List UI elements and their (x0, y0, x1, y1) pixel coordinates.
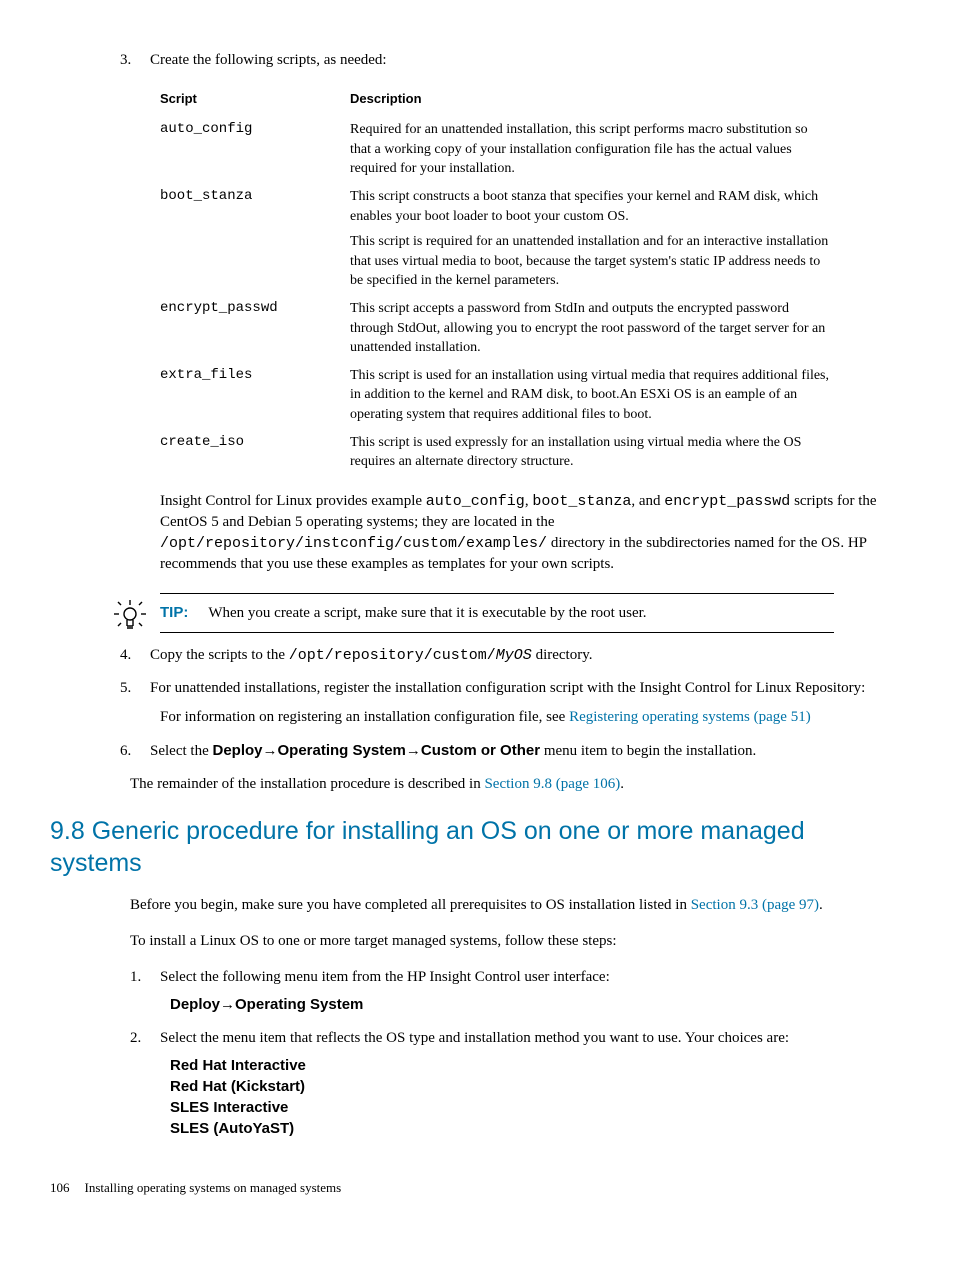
script-desc-cell: This script is used for an installation … (350, 362, 850, 429)
text-span: For unattended installations, register t… (150, 680, 865, 696)
tip-label: TIP: (160, 604, 188, 621)
script-name-cell: boot_stanza (160, 183, 350, 295)
follow-paragraph: Insight Control for Linux provides examp… (160, 491, 894, 575)
tip-block: TIP: When you create a script, make sure … (160, 593, 834, 633)
step-number: 4. (120, 645, 150, 666)
step-3: 3.Create the following scripts, as neede… (160, 50, 894, 575)
text-span: Copy the scripts to the (150, 647, 289, 663)
link-registering[interactable]: Registering operating systems (page 51) (569, 709, 811, 725)
step-number: 6. (120, 741, 150, 762)
menu-bold: Operating System (278, 742, 406, 759)
section-paragraph: To install a Linux OS to one or more tar… (130, 931, 894, 952)
table-row: create_iso This script is used expressly… (160, 429, 850, 476)
section-9-8-body: Before you begin, make sure you have com… (130, 895, 894, 1139)
script-name-cell: auto_config (160, 116, 350, 183)
step-number: 5. (120, 678, 150, 699)
scripts-table: Script Description auto_config Required … (160, 86, 850, 476)
choice-item: SLES Interactive (170, 1097, 894, 1118)
step-number: 2. (130, 1028, 160, 1049)
step-5-sub: For information on registering an instal… (160, 707, 894, 728)
text-span: Insight Control for Linux provides examp… (160, 493, 426, 509)
arrow-span: → (406, 743, 421, 759)
arrow-span: → (220, 997, 235, 1013)
step-4: 4.Copy the scripts to the /opt/repositor… (160, 645, 894, 666)
script-desc-cell: This script constructs a boot stanza tha… (350, 183, 850, 295)
text-span: menu item to begin the installation. (540, 743, 756, 759)
script-desc-cell: Required for an unattended installation,… (350, 116, 850, 183)
menu-bold: Deploy (212, 742, 262, 759)
step-number: 3. (120, 50, 150, 71)
choice-item: Red Hat (Kickstart) (170, 1076, 894, 1097)
remainder-text: The remainder of the installation proced… (130, 774, 894, 795)
table-row: encrypt_passwd This script accepts a pas… (160, 295, 850, 362)
desc-text: This script is used expressly for an ins… (350, 433, 830, 472)
desc-text: This script constructs a boot stanza tha… (350, 187, 830, 226)
desc-text: Required for an unattended installation,… (350, 120, 830, 179)
table-row: boot_stanza This script constructs a boo… (160, 183, 850, 295)
choices-list: Red Hat Interactive Red Hat (Kickstart) … (170, 1055, 894, 1139)
link-section-9-3[interactable]: Section 9.3 (page 97) (691, 897, 819, 913)
choice-item: Red Hat Interactive (170, 1055, 894, 1076)
desc-text: This script accepts a password from StdI… (350, 299, 830, 358)
table-row: auto_config Required for an unattended i… (160, 116, 850, 183)
text-span: directory. (532, 647, 593, 663)
page-number: 106 (50, 1180, 70, 1195)
table-header-script: Script (160, 86, 350, 116)
choice-item: SLES (AutoYaST) (170, 1118, 894, 1139)
script-name-cell: encrypt_passwd (160, 295, 350, 362)
text-span: Select the (150, 743, 212, 759)
menu-bold: Custom or Other (421, 742, 540, 759)
step-6: 6.Select the Deploy→Operating System→Cus… (160, 740, 894, 762)
menu-path: Deploy→Operating System (170, 994, 894, 1016)
text-span: , and (631, 493, 664, 509)
link-section-9-8[interactable]: Section 9.8 (page 106) (484, 776, 620, 792)
step-number: 1. (130, 967, 160, 988)
step-text: Create the following scripts, as needed: (150, 52, 387, 68)
menu-bold: Operating System (235, 996, 363, 1013)
text-span: The remainder of the installation proced… (130, 776, 484, 792)
section-step-1: 1.Select the following menu item from th… (170, 967, 894, 1016)
code-span: encrypt_passwd (664, 493, 790, 510)
tip-text: When you create a script, make sure that… (208, 605, 646, 621)
desc-text: This script is used for an installation … (350, 366, 830, 425)
script-desc-cell: This script accepts a password from StdI… (350, 295, 850, 362)
code-span: auto_config (426, 493, 525, 510)
script-name-cell: extra_files (160, 362, 350, 429)
italic-code-span: MyOS (496, 647, 532, 664)
lightbulb-icon (112, 598, 148, 634)
section-heading-9-8: 9.8 Generic procedure for installing an … (50, 815, 894, 880)
arrow-span: → (263, 743, 278, 759)
text-span: . (620, 776, 624, 792)
page-footer: 106 Installing operating systems on manag… (50, 1179, 894, 1197)
desc-text: This script is required for an unattende… (350, 232, 830, 291)
section-step-2: 2.Select the menu item that reflects the… (170, 1028, 894, 1139)
table-row: extra_files This script is used for an i… (160, 362, 850, 429)
step-5: 5.For unattended installations, register… (160, 678, 894, 728)
text-span: Before you begin, make sure you have com… (130, 897, 691, 913)
script-desc-cell: This script is used expressly for an ins… (350, 429, 850, 476)
script-name-cell: create_iso (160, 429, 350, 476)
table-header-description: Description (350, 86, 850, 116)
text-span: Select the following menu item from the … (160, 969, 610, 985)
footer-title: Installing operating systems on managed … (85, 1180, 342, 1195)
text-span: Select the menu item that reflects the O… (160, 1030, 789, 1046)
menu-bold: Deploy (170, 996, 220, 1013)
text-span: For information on registering an instal… (160, 709, 569, 725)
section-paragraph: Before you begin, make sure you have com… (130, 895, 894, 916)
text-span: . (819, 897, 823, 913)
code-span: /opt/repository/instconfig/custom/exampl… (160, 535, 547, 552)
code-span: boot_stanza (532, 493, 631, 510)
code-span: /opt/repository/custom/ (289, 647, 496, 664)
